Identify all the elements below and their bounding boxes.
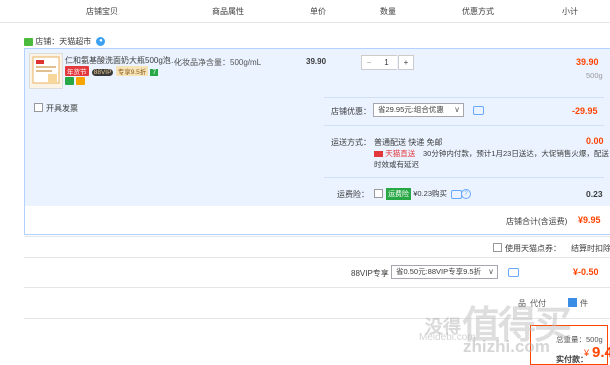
insurance-option: 运费险 ¥0.23购买 xyxy=(386,188,447,200)
seven-day-return-icon: 7 xyxy=(150,69,159,76)
shipping-note-line2: 时效或有延迟 xyxy=(374,160,419,169)
shop-discount-select[interactable]: 省29.95元:组合优惠 ∨ xyxy=(373,103,464,117)
quantity-plus-button[interactable]: + xyxy=(398,55,414,70)
points-extra: 结算时扣除 xyxy=(571,244,610,253)
vip-amount: ¥-0.50 xyxy=(573,267,599,277)
divider xyxy=(24,287,610,288)
shield-icon xyxy=(65,77,74,85)
tmall-direct-text: 天猫直送 xyxy=(385,149,416,158)
product-name[interactable]: 仁和氨基酸洗面奶大瓶500g泡… xyxy=(65,55,179,66)
insurance-price: ¥0.23购买 xyxy=(413,189,448,198)
shop-discount-selected: 省29.95元:组合优惠 xyxy=(378,105,444,114)
cart-header: 店铺宝贝 商品属性 单价 数量 优惠方式 小计 xyxy=(0,0,610,23)
card-icon xyxy=(76,77,86,85)
shipping-method: 普通配送 快递 免邮 xyxy=(374,138,443,147)
shop-icon xyxy=(24,37,33,46)
divider xyxy=(24,257,610,258)
col-subtotal: 小计 xyxy=(562,7,578,16)
help-icon[interactable]: ? xyxy=(461,189,471,199)
chevron-down-icon: ∨ xyxy=(488,267,494,276)
comment-icon[interactable] xyxy=(473,106,484,115)
product-badges: 年货节 88VIP 专享9.5折 7 xyxy=(65,66,159,76)
col-discount: 优惠方式 xyxy=(462,7,494,16)
divider xyxy=(324,97,604,98)
vip-selected: 省0.50元:88VIP专享9.5折 xyxy=(396,267,482,276)
divider xyxy=(324,177,604,178)
shop-row: 店铺：天猫超市 ● xyxy=(24,36,106,47)
comment-icon[interactable] xyxy=(508,268,519,277)
tmall-direct-tag: 天猫直送 xyxy=(374,148,415,159)
delivery-icon xyxy=(374,150,383,157)
wangwang-icon[interactable]: ● xyxy=(96,37,106,46)
pay-amount: 9.45 xyxy=(592,344,610,361)
col-quantity: 数量 xyxy=(380,7,396,16)
service-icons xyxy=(65,77,86,87)
col-attributes: 商品属性 xyxy=(212,7,244,16)
insurance-label: 运费险： xyxy=(337,190,369,199)
chevron-down-icon: ∨ xyxy=(454,105,460,114)
quantity-minus-button[interactable]: − xyxy=(361,55,377,70)
quantity-input[interactable]: 1 xyxy=(376,55,397,70)
col-shop-item: 店铺宝贝 xyxy=(86,7,118,16)
insurance-amount: 0.23 xyxy=(586,189,603,199)
shop-total-label: 店铺合计(含运费) xyxy=(506,217,568,226)
vip-select[interactable]: 省0.50元:88VIP专享9.5折 ∨ xyxy=(391,265,498,279)
item-weight: 500g xyxy=(586,71,603,80)
shop-total-amount: ¥9.95 xyxy=(578,215,601,225)
footer-partial-c: 件 xyxy=(580,299,588,308)
festival-badge: 年货节 xyxy=(65,66,89,76)
insurance-tag: 运费险 xyxy=(386,188,411,200)
shipping-fee: 0.00 xyxy=(586,136,604,146)
vip-label: 88VIP专享 xyxy=(351,269,389,278)
points-label: 使用天猫点券： xyxy=(505,244,561,253)
watermark-domain: zhizhi.com xyxy=(463,337,550,356)
invoice-label: 开具发票 xyxy=(46,104,78,113)
divider xyxy=(24,236,610,237)
product-image xyxy=(32,56,60,84)
product-attribute: 化妆品净含量：500g/mL xyxy=(174,58,262,67)
vip-discount-badge: 专享9.5折 xyxy=(115,66,149,76)
vip-badge: 88VIP xyxy=(91,69,114,76)
shipping-note-line1: 30分钟内付款，预计1月23日送达，大促销售火爆，配送 xyxy=(423,149,609,158)
points-checkbox[interactable] xyxy=(493,243,502,252)
pay-currency: ¥ xyxy=(584,348,590,358)
col-unit-price: 单价 xyxy=(310,7,326,16)
shop-discount-amount: -29.95 xyxy=(572,106,598,116)
item-subtotal: 39.90 xyxy=(576,57,599,67)
shipping-label: 运送方式： xyxy=(331,138,371,147)
shop-discount-label: 店铺优惠： xyxy=(331,107,371,116)
divider xyxy=(324,125,604,126)
shop-name[interactable]: 店铺：天猫超市 xyxy=(35,37,91,46)
product-thumbnail[interactable] xyxy=(29,53,63,89)
invoice-checkbox[interactable] xyxy=(34,103,43,112)
insurance-checkbox[interactable] xyxy=(374,189,383,198)
unit-price: 39.90 xyxy=(306,57,327,66)
